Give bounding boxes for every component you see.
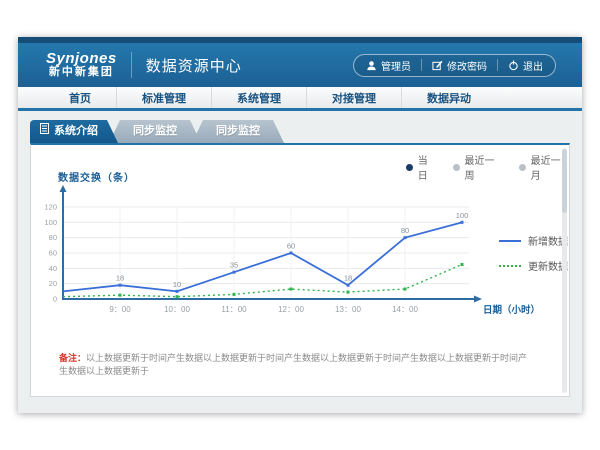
tab-system-intro[interactable]: 系统介绍 xyxy=(30,120,118,143)
note-prefix: 备注： xyxy=(59,353,86,363)
radio-option-last-week[interactable]: 最近一周 xyxy=(453,152,503,182)
chart-legend: 新增数据 更新数据 xyxy=(499,233,568,283)
tab-bar: 系统介绍 同步监控 同步监控 xyxy=(30,120,284,143)
nav-item-integration-mgmt[interactable]: 对接管理 xyxy=(306,87,401,108)
svg-text:100: 100 xyxy=(44,218,57,227)
svg-text:120: 120 xyxy=(44,203,57,212)
legend-item-new-data: 新增数据 xyxy=(499,233,568,248)
content-panel: 当日 最近一周 最近一月 数据交换（条） 0 20 40 60 80 100 120 9：00… xyxy=(30,143,570,397)
svg-text:60: 60 xyxy=(287,242,295,251)
user-icon xyxy=(366,60,377,71)
document-icon xyxy=(40,120,49,143)
svg-text:10: 10 xyxy=(173,280,181,289)
radio-label: 当日 xyxy=(418,152,437,182)
nav-item-standard-mgmt[interactable]: 标准管理 xyxy=(116,87,211,108)
tab-label: 同步监控 xyxy=(216,120,260,143)
legend-line-sample xyxy=(499,240,521,242)
page-body: 系统介绍 同步监控 同步监控 当日 最近一周 xyxy=(18,111,582,410)
tab-sync-monitor-1[interactable]: 同步监控 xyxy=(109,120,201,143)
chart-svg: 0 20 40 60 80 100 120 9：00 10：00 11：00 12：00 13：00 1… xyxy=(31,183,571,353)
logout-label: 退出 xyxy=(523,58,543,73)
y-axis-title: 数据交换（条） xyxy=(58,169,135,184)
panel-scrollbar[interactable] xyxy=(562,148,567,393)
logout-button[interactable]: 退出 xyxy=(508,58,543,73)
svg-text:12：00: 12：00 xyxy=(278,305,304,314)
main-nav: 首页 标准管理 系统管理 对接管理 数据异动 xyxy=(18,87,582,111)
svg-text:0: 0 xyxy=(53,295,57,304)
footer-note: 备注：以上数据更新于时间产生数据以上数据更新于时间产生数据以上数据更新于时间产生… xyxy=(59,352,533,377)
svg-text:80: 80 xyxy=(401,226,409,235)
legend-line-sample xyxy=(499,265,521,267)
nav-item-system-mgmt[interactable]: 系统管理 xyxy=(211,87,306,108)
nav-item-data-change[interactable]: 数据异动 xyxy=(401,87,496,108)
tab-sync-monitor-2[interactable]: 同步监控 xyxy=(192,120,284,143)
svg-text:14：00: 14：00 xyxy=(392,305,418,314)
svg-text:日期（小时）: 日期（小时） xyxy=(483,304,540,316)
svg-text:18: 18 xyxy=(116,274,124,283)
legend-item-update-data: 更新数据 xyxy=(499,258,568,273)
power-icon xyxy=(508,60,519,71)
tab-label: 系统介绍 xyxy=(54,120,98,143)
current-user[interactable]: 管理员 xyxy=(366,58,411,73)
svg-text:40: 40 xyxy=(49,264,57,273)
change-password-label: 修改密码 xyxy=(447,58,487,73)
pill-divider xyxy=(421,59,422,71)
svg-text:80: 80 xyxy=(49,233,57,242)
company-logo[interactable]: Synjones 新中新集团 xyxy=(46,51,117,78)
logo-text-cn: 新中新集团 xyxy=(46,67,117,79)
radio-label: 最近一周 xyxy=(465,152,503,182)
logo-text-en: Synjones xyxy=(46,51,117,67)
svg-text:60: 60 xyxy=(49,249,57,258)
tab-label: 同步监控 xyxy=(133,120,177,143)
nav-item-home[interactable]: 首页 xyxy=(44,87,116,108)
header-divider xyxy=(131,52,132,78)
change-password-button[interactable]: 修改密码 xyxy=(432,58,487,73)
note-text: 以上数据更新于时间产生数据以上数据更新于时间产生数据以上数据更新于时间产生数据以… xyxy=(59,353,527,376)
svg-text:10：00: 10：00 xyxy=(164,305,190,314)
app-header: Synjones 新中新集团 数据资源中心 管理员 修改密码 xyxy=(18,43,582,87)
pill-divider xyxy=(497,59,498,71)
scrollbar-thumb[interactable] xyxy=(562,149,567,213)
svg-text:100: 100 xyxy=(456,211,469,220)
radio-option-today[interactable]: 当日 xyxy=(406,152,437,182)
radio-dot xyxy=(406,164,413,171)
edit-icon xyxy=(432,60,443,71)
svg-text:9：00: 9：00 xyxy=(109,305,131,314)
user-name-label: 管理员 xyxy=(381,58,411,73)
time-range-filter: 当日 最近一周 最近一月 xyxy=(406,152,569,182)
svg-text:11：00: 11：00 xyxy=(221,305,247,314)
svg-text:13：00: 13：00 xyxy=(335,305,361,314)
app-window: Synjones 新中新集团 数据资源中心 管理员 修改密码 xyxy=(18,37,582,413)
svg-text:18: 18 xyxy=(344,274,352,283)
page-title: 数据资源中心 xyxy=(146,55,242,76)
radio-dot xyxy=(453,164,460,171)
radio-dot xyxy=(519,164,526,171)
svg-text:20: 20 xyxy=(49,279,57,288)
svg-text:35: 35 xyxy=(230,261,238,270)
user-toolbar: 管理员 修改密码 退出 xyxy=(353,54,556,77)
chart-area: 0 20 40 60 80 100 120 9：00 10：00 11：00 12：00 13：00 1… xyxy=(31,183,571,353)
